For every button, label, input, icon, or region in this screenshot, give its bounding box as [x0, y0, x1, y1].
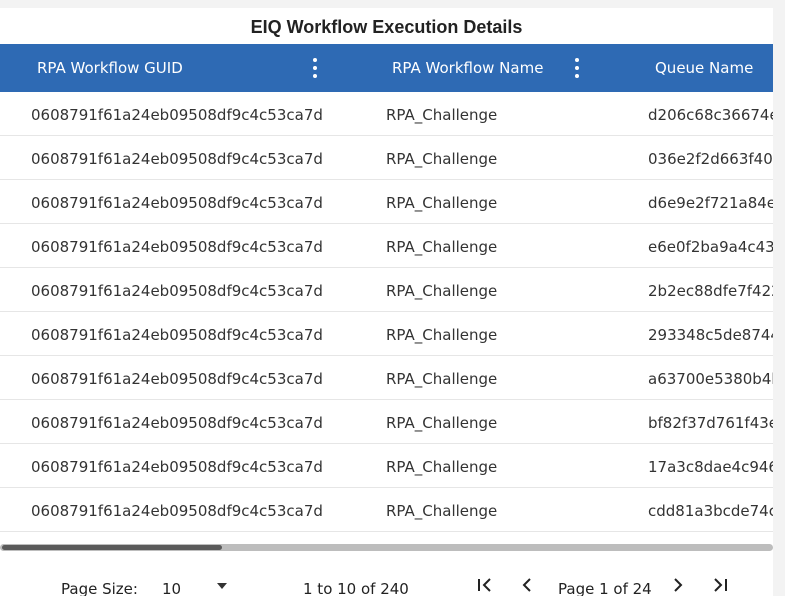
grid-body: 0608791f61a24eb09508df9c4c53ca7d RPA_Chal… — [0, 92, 773, 532]
cell-workflow-name: RPA_Challenge — [386, 194, 498, 212]
cell-queue-name: cdd81a3bcde74ca — [648, 502, 773, 520]
cell-guid: 0608791f61a24eb09508df9c4c53ca7d — [31, 326, 323, 344]
table-row[interactable]: 0608791f61a24eb09508df9c4c53ca7d RPA_Chal… — [0, 268, 773, 312]
scrollbar-thumb[interactable] — [2, 545, 222, 550]
row-range-text: 1 to 10 of 240 — [303, 580, 409, 596]
table-row[interactable]: 0608791f61a24eb09508df9c4c53ca7d RPA_Chal… — [0, 400, 773, 444]
cell-workflow-name: RPA_Challenge — [386, 414, 498, 432]
table-row[interactable]: 0608791f61a24eb09508df9c4c53ca7d RPA_Chal… — [0, 180, 773, 224]
page-indicator: Page 1 of 24 — [558, 580, 652, 596]
cell-guid: 0608791f61a24eb09508df9c4c53ca7d — [31, 370, 323, 388]
first-page-icon[interactable] — [473, 574, 497, 596]
cell-workflow-name: RPA_Challenge — [386, 282, 498, 300]
cell-workflow-name: RPA_Challenge — [386, 150, 498, 168]
column-menu-icon[interactable] — [310, 58, 320, 78]
cell-workflow-name: RPA_Challenge — [386, 502, 498, 520]
table-row[interactable]: 0608791f61a24eb09508df9c4c53ca7d RPA_Chal… — [0, 356, 773, 400]
column-header-guid[interactable]: RPA Workflow GUID — [37, 44, 183, 92]
column-header-queue[interactable]: Queue Name — [655, 44, 753, 92]
cell-queue-name: bf82f37d761f43e — [648, 414, 773, 432]
cell-guid: 0608791f61a24eb09508df9c4c53ca7d — [31, 194, 323, 212]
cell-guid: 0608791f61a24eb09508df9c4c53ca7d — [31, 502, 323, 520]
cell-queue-name: 2b2ec88dfe7f422 — [648, 282, 773, 300]
table-row[interactable]: 0608791f61a24eb09508df9c4c53ca7d RPA_Chal… — [0, 444, 773, 488]
horizontal-scrollbar[interactable] — [0, 544, 773, 551]
cell-queue-name: 293348c5de87448 — [648, 326, 773, 344]
cell-workflow-name: RPA_Challenge — [386, 370, 498, 388]
cell-workflow-name: RPA_Challenge — [386, 106, 498, 124]
cell-workflow-name: RPA_Challenge — [386, 326, 498, 344]
chevron-left-icon[interactable] — [515, 574, 539, 596]
cell-guid: 0608791f61a24eb09508df9c4c53ca7d — [31, 238, 323, 256]
data-grid: RPA Workflow GUID RPA Workflow Name Queu… — [0, 44, 773, 540]
cell-queue-name: a63700e5380b4b — [648, 370, 773, 388]
cell-guid: 0608791f61a24eb09508df9c4c53ca7d — [31, 106, 323, 124]
column-menu-icon[interactable] — [572, 58, 582, 78]
cell-queue-name: e6e0f2ba9a4c43a — [648, 238, 773, 256]
page-title: EIQ Workflow Execution Details — [250, 17, 523, 37]
cell-queue-name: 036e2f2d663f40b — [648, 150, 773, 168]
cell-guid: 0608791f61a24eb09508df9c4c53ca7d — [31, 150, 323, 168]
table-row[interactable]: 0608791f61a24eb09508df9c4c53ca7d RPA_Chal… — [0, 136, 773, 180]
table-row[interactable]: 0608791f61a24eb09508df9c4c53ca7d RPA_Chal… — [0, 92, 773, 136]
cell-guid: 0608791f61a24eb09508df9c4c53ca7d — [31, 414, 323, 432]
cell-queue-name: 17a3c8dae4c9464 — [648, 458, 773, 476]
chevron-right-icon[interactable] — [666, 574, 690, 596]
column-header-name[interactable]: RPA Workflow Name — [392, 44, 543, 92]
cell-queue-name: d206c68c36674ef — [648, 106, 773, 124]
grid-header: RPA Workflow GUID RPA Workflow Name Queu… — [0, 44, 773, 92]
table-row[interactable]: 0608791f61a24eb09508df9c4c53ca7d RPA_Chal… — [0, 488, 773, 532]
cell-workflow-name: RPA_Challenge — [386, 238, 498, 256]
table-row[interactable]: 0608791f61a24eb09508df9c4c53ca7d RPA_Chal… — [0, 224, 773, 268]
cell-guid: 0608791f61a24eb09508df9c4c53ca7d — [31, 458, 323, 476]
cell-guid: 0608791f61a24eb09508df9c4c53ca7d — [31, 282, 323, 300]
pagination-bar: Page Size: 10 1 to 10 of 240 Page 1 of 2… — [0, 564, 773, 596]
cell-workflow-name: RPA_Challenge — [386, 458, 498, 476]
page-size-label: Page Size: — [61, 580, 138, 596]
cell-queue-name: d6e9e2f721a84e5 — [648, 194, 773, 212]
last-page-icon[interactable] — [708, 574, 732, 596]
table-row[interactable]: 0608791f61a24eb09508df9c4c53ca7d RPA_Chal… — [0, 312, 773, 356]
page-size-select[interactable]: 10 — [162, 580, 181, 596]
workflow-details-panel: EIQ Workflow Execution Details RPA Workf… — [0, 8, 773, 596]
caret-down-icon[interactable] — [217, 583, 227, 589]
